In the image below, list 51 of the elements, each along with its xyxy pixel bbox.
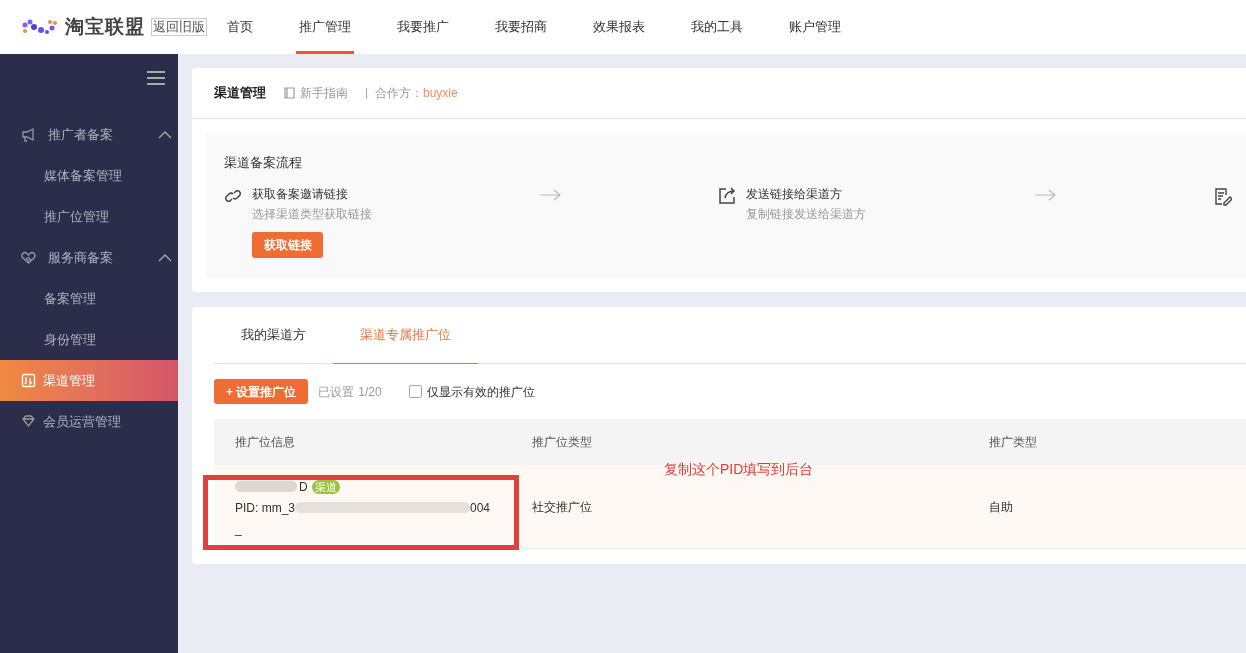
tab[interactable]: 我的渠道方 (214, 307, 333, 364)
nav-tab[interactable]: 推广管理 (296, 0, 354, 54)
step-description: 选择渠道类型获取链接 (252, 205, 372, 223)
column-header: 推广位信息 (235, 435, 295, 449)
step-title: 获取备案邀请链接 (252, 185, 349, 203)
count-label: 已设置 (318, 383, 355, 401)
diamond-icon (21, 414, 36, 429)
sidebar-item[interactable]: 身份管理 (0, 319, 178, 360)
process-title: 渠道备案流程 (224, 154, 303, 172)
megaphone-icon (21, 127, 36, 142)
nav-tab[interactable]: 我要招商 (492, 0, 550, 54)
logo-text: 淘宝联盟 (65, 14, 145, 39)
table-cell: 社交推广位 (532, 499, 592, 514)
nav-tab[interactable]: 账户管理 (786, 0, 844, 54)
nav-tab[interactable]: 我要推广 (394, 0, 452, 54)
sidebar-item[interactable]: 推广位管理 (0, 196, 178, 237)
logo-icon (21, 18, 59, 36)
swap-icon (21, 373, 36, 388)
sidebar-item[interactable]: 备案管理 (0, 278, 178, 319)
menu-icon (147, 71, 165, 85)
count-value: 1/20 (358, 383, 382, 401)
nav-tab[interactable]: 首页 (224, 0, 256, 54)
column-header: 推广位类型 (532, 435, 592, 449)
sidebar-item[interactable]: 媒体备案管理 (0, 155, 178, 196)
arrow-icon (1035, 188, 1057, 201)
step-title: 发送链接给渠道方 (746, 185, 843, 203)
sidebar-item[interactable]: 推广者备案 (0, 114, 178, 155)
nav-tab[interactable]: 我的工具 (688, 0, 746, 54)
partner-label: 合作方： (375, 85, 423, 102)
pid-text: PID: mm_3 (235, 499, 295, 517)
handshake-icon (21, 250, 36, 265)
annotation-text: 复制这个PID填写到后台 (664, 460, 814, 479)
document-icon (1214, 186, 1232, 206)
book-icon (284, 87, 295, 99)
slot-name: D (299, 478, 308, 496)
page-title: 渠道管理 (214, 84, 266, 103)
table-cell: 自助 (989, 499, 1013, 514)
partner-name: buyxie (423, 85, 458, 102)
pid-text: _ (235, 520, 242, 538)
sidebar-item[interactable]: 服务商备案 (0, 237, 178, 278)
nav-tab[interactable]: 效果报表 (590, 0, 648, 54)
step-description: 复制链接发送给渠道方 (746, 205, 866, 223)
checkbox-label: 仅显示有效的推广位 (426, 383, 535, 401)
redaction-blur (235, 481, 297, 492)
sidebar-item[interactable]: 会员运营管理 (0, 401, 178, 442)
pid-text: 004 (470, 499, 491, 517)
old-version-link[interactable]: 返回旧版 (151, 18, 207, 36)
arrow-icon (540, 188, 562, 201)
share-icon (718, 186, 736, 206)
checkbox[interactable] (408, 385, 422, 398)
column-header: 推广类型 (989, 435, 1037, 449)
